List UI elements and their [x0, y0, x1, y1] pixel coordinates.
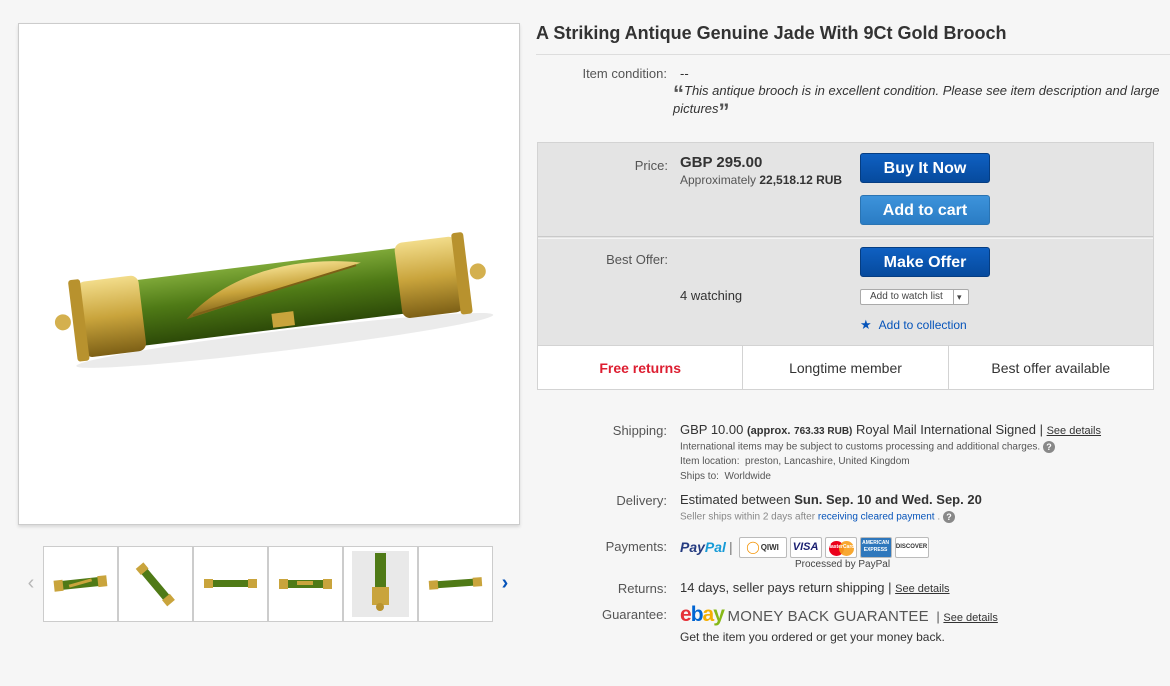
help-icon[interactable]: ? — [942, 511, 955, 523]
brooch-image — [54, 232, 494, 368]
item-location: Item location: preston, Lancashire, Unit… — [680, 456, 910, 467]
price-approx-value: 22,518.12 RUB — [759, 173, 843, 187]
delivery-note: Seller ships within 2 days after receivi… — [680, 511, 955, 523]
add-to-collection-link[interactable]: ★ Add to collection — [860, 317, 967, 333]
price-approx-prefix: Approximately — [680, 173, 757, 187]
shipping-service: Royal Mail International Signed | — [856, 422, 1043, 437]
discover-logo: DISCOVER — [894, 536, 929, 558]
shipping-see-details-link[interactable]: See details — [1047, 425, 1101, 437]
visa-logo: VISA — [789, 536, 822, 558]
returns-label: Returns: — [617, 581, 667, 596]
delivery-note-prefix: Seller ships within 2 days after — [680, 511, 816, 523]
ships-to-label: Ships to: — [680, 471, 719, 482]
add-to-watch-list-dropdown[interactable]: Add to watch list ▾ — [860, 289, 969, 305]
thumbnail-strip: ‹ › — [18, 546, 520, 622]
ebay-logo-e: e — [680, 603, 692, 626]
ebay-logo-y: y — [713, 603, 725, 626]
condition-label: Item condition: — [582, 66, 667, 81]
returns-text: 14 days, seller pays return shipping | — [680, 580, 892, 595]
shipping-label: Shipping: — [612, 423, 667, 438]
ships-to: Ships to: Worldwide — [680, 471, 771, 482]
watching-count: 4 watching — [680, 288, 743, 303]
price-approximate: Approximately 22,518.12 RUB — [680, 173, 842, 187]
ebay-logo: ebay — [680, 603, 725, 626]
open-quote-icon: “ — [673, 81, 684, 106]
watch-list-separator — [953, 290, 954, 304]
title-divider — [536, 54, 1170, 55]
item-location-value: preston, Lancashire, United Kingdom — [745, 456, 910, 467]
main-product-image[interactable] — [18, 23, 520, 525]
amex-logo: AMERICAN EXPRESS — [859, 536, 892, 558]
buybox-divider-highlight — [538, 238, 1153, 239]
guarantee-separator: | — [936, 609, 940, 624]
feature-free-returns: Free returns — [599, 360, 682, 376]
ebay-logo-b: b — [690, 603, 704, 626]
payment-logos: PayPal | ◯ QIWI VISA MasterCard AMERICAN … — [680, 536, 929, 558]
buy-box: Price: GBP 295.00 Approximately 22,518.1… — [537, 142, 1154, 390]
feature-bar: Free returns Longtime member Best offer … — [538, 345, 1153, 389]
paypal-logo-pal: Pal — [704, 539, 726, 555]
ships-to-value: Worldwide — [724, 471, 771, 482]
returns-policy: 14 days, seller pays return shipping | S… — [680, 580, 950, 595]
buy-it-now-button[interactable]: Buy It Now — [860, 153, 990, 183]
previous-thumbnails-arrow-icon[interactable]: ‹ — [22, 572, 40, 594]
payment-separator: | — [728, 539, 733, 555]
guarantee-text: Get the item you ordered or get your mon… — [680, 630, 945, 644]
processed-by-paypal: Processed by PayPal — [795, 559, 891, 570]
close-quote-icon: ” — [718, 99, 730, 124]
condition-description-text: This antique brooch is in excellent cond… — [673, 83, 1160, 116]
star-icon: ★ — [860, 317, 872, 332]
price-label: Price: — [634, 158, 668, 173]
add-to-collection-label: Add to collection — [878, 318, 967, 332]
shipping-approx: (approx. — [747, 425, 791, 437]
make-offer-button[interactable]: Make Offer — [860, 247, 990, 277]
shipping-approx-value: 763.33 RUB) — [794, 426, 853, 437]
shipping-line: GBP 10.00 (approx. 763.33 RUB) Royal Mai… — [680, 422, 1101, 437]
delivery-estimate: Estimated between Sun. Sep. 10 and Wed. … — [680, 492, 982, 507]
condition-description: “This antique brooch is in excellent con… — [673, 81, 1163, 123]
thumbnail-1[interactable] — [43, 546, 118, 622]
mastercard-logo: MasterCard — [824, 536, 857, 558]
thumbnail-5[interactable] — [343, 546, 418, 622]
watch-list-label: Add to watch list — [870, 291, 943, 302]
delivery-note-suffix: . — [937, 511, 941, 523]
thumbnail-2[interactable] — [118, 546, 193, 622]
add-to-cart-button[interactable]: Add to cart — [860, 195, 990, 225]
qiwi-logo-text: QIWI — [760, 542, 779, 552]
shipping-note-text: International items may be subject to cu… — [680, 441, 1041, 453]
listing-title: A Striking Antique Genuine Jade With 9Ct… — [536, 23, 1007, 43]
money-back-guarantee: ebay MONEY BACK GUARANTEE | See details — [680, 603, 998, 627]
chevron-down-icon[interactable]: ▾ — [957, 290, 962, 304]
qiwi-logo: ◯ QIWI — [738, 536, 787, 558]
item-location-label: Item location: — [680, 456, 740, 467]
paypal-logo-pay: Pay — [680, 539, 705, 555]
buybox-divider — [538, 236, 1153, 237]
guarantee-see-details-link[interactable]: See details — [943, 612, 997, 624]
price-value: GBP 295.00 — [680, 154, 763, 171]
thumbnail-3[interactable] — [193, 546, 268, 622]
shipping-note: International items may be subject to cu… — [680, 441, 1055, 453]
thumbnail-6[interactable] — [418, 546, 493, 622]
mastercard-logo-text: MasterCard — [826, 544, 855, 550]
returns-see-details-link[interactable]: See details — [895, 583, 949, 595]
delivery-dates: Sun. Sep. 10 and Wed. Sep. 20 — [794, 492, 982, 507]
paypal-logo: PayPal — [680, 539, 726, 555]
help-icon[interactable]: ? — [1042, 441, 1055, 453]
delivery-label: Delivery: — [616, 493, 667, 508]
condition-value: -- — [680, 66, 689, 81]
feature-best-offer: Best offer available — [947, 346, 1153, 389]
cleared-payment-link[interactable]: receiving cleared payment — [818, 512, 935, 523]
next-thumbnails-arrow-icon[interactable]: › — [496, 572, 514, 594]
delivery-prefix: Estimated between — [680, 492, 791, 507]
best-offer-label: Best Offer: — [606, 252, 668, 267]
thumbnail-4[interactable] — [268, 546, 343, 622]
money-back-guarantee-title: MONEY BACK GUARANTEE — [727, 608, 929, 625]
payments-label: Payments: — [605, 539, 667, 554]
ebay-logo-a: a — [702, 603, 715, 626]
feature-longtime-member: Longtime member — [742, 346, 947, 389]
guarantee-label: Guarantee: — [601, 607, 667, 622]
shipping-cost: GBP 10.00 — [680, 422, 744, 437]
